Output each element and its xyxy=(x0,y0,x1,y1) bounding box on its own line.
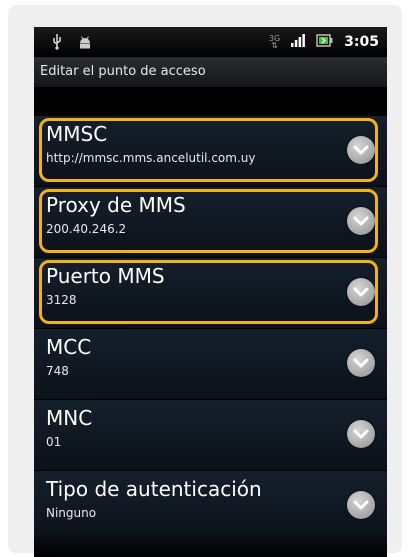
setting-row-mmsc[interactable]: MMSC http://mmsc.mms.ancelutil.com.uy xyxy=(34,116,387,187)
usb-icon xyxy=(52,34,62,54)
setting-row-mms-port[interactable]: Puerto MMS 3128 xyxy=(34,258,387,329)
setting-label: Puerto MMS xyxy=(46,264,165,288)
clock: 3:05 xyxy=(344,33,379,50)
setting-label: MCC xyxy=(46,335,92,359)
setting-row-mcc[interactable]: MCC 748 xyxy=(34,329,387,400)
chevron-down-icon[interactable] xyxy=(347,207,375,235)
scrolled-row-remnant xyxy=(34,88,387,116)
setting-label: Proxy de MMS xyxy=(46,193,186,217)
setting-value: http://mmsc.mms.ancelutil.com.uy xyxy=(46,151,256,165)
setting-label: Tipo de autenticación xyxy=(46,477,262,501)
settings-list[interactable]: MMSC http://mmsc.mms.ancelutil.com.uy Pr… xyxy=(34,116,387,542)
setting-row-auth-type[interactable]: Tipo de autenticación Ninguno xyxy=(34,471,387,542)
status-bar: 3G ⇅ 3:05 xyxy=(34,27,387,57)
android-debug-icon xyxy=(78,35,92,54)
chevron-down-icon[interactable] xyxy=(347,136,375,164)
network-type-label: 3G ⇅ xyxy=(268,33,281,50)
setting-row-mms-proxy[interactable]: Proxy de MMS 200.40.246.2 xyxy=(34,187,387,258)
setting-value: 3128 xyxy=(46,293,77,307)
setting-value: 01 xyxy=(46,435,62,449)
chevron-down-icon[interactable] xyxy=(347,349,375,377)
page-title: Editar el punto de acceso xyxy=(40,64,206,79)
setting-value: 200.40.246.2 xyxy=(46,222,127,236)
title-bar: Editar el punto de acceso xyxy=(34,57,387,88)
scroll-fade xyxy=(34,535,387,557)
chevron-down-icon[interactable] xyxy=(347,420,375,448)
phone-screen: 3G ⇅ 3:05 Editar el punto de acceso MMSC … xyxy=(34,27,387,557)
signal-strength-icon xyxy=(291,32,306,51)
setting-value: 748 xyxy=(46,364,69,378)
setting-label: MNC xyxy=(46,406,93,430)
setting-value: Ninguno xyxy=(46,506,97,520)
setting-label: MMSC xyxy=(46,122,108,146)
chevron-down-icon[interactable] xyxy=(347,491,375,519)
setting-row-mnc[interactable]: MNC 01 xyxy=(34,400,387,471)
battery-icon xyxy=(316,32,333,51)
chevron-down-icon[interactable] xyxy=(347,278,375,306)
